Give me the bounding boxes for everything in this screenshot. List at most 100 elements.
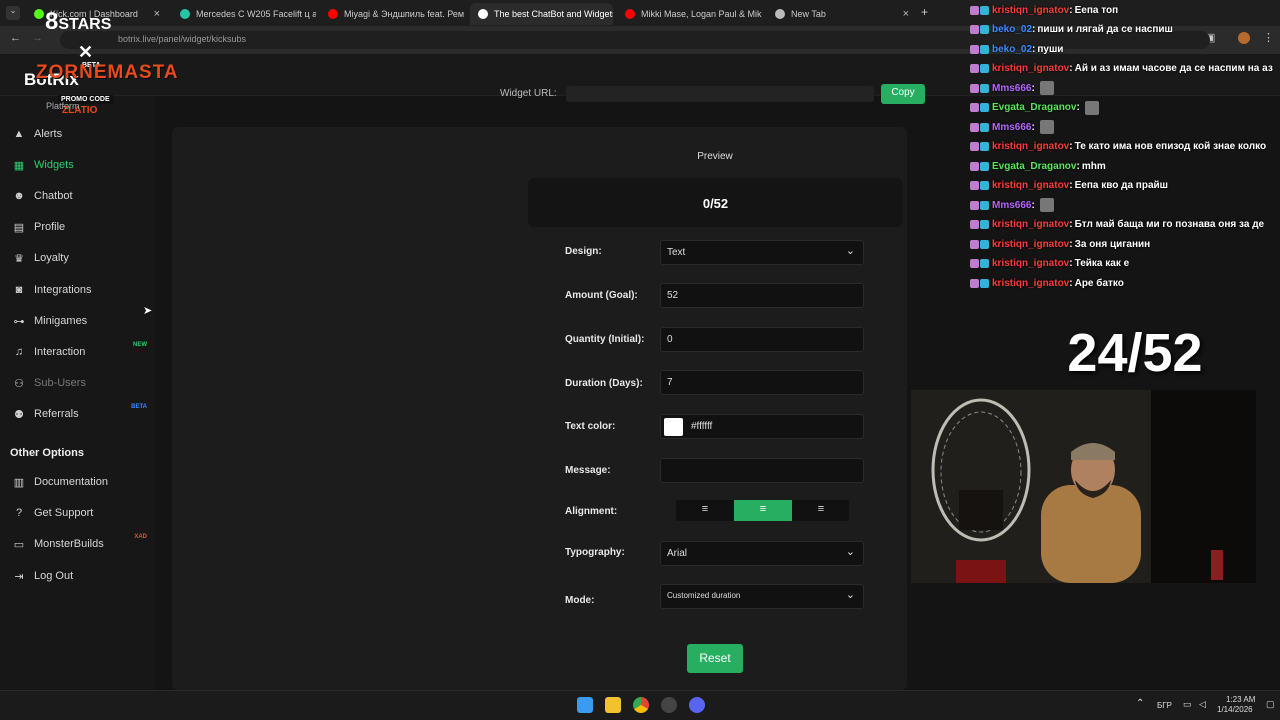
sidebar-item-minigames[interactable]: ⊶ Minigames: [0, 309, 155, 333]
quantity-value: 0: [667, 334, 673, 345]
sidebar-item-label: Chatbot: [34, 190, 73, 202]
sidebar-item-profile[interactable]: ▤ Profile: [0, 215, 155, 239]
discord-icon[interactable]: [689, 697, 705, 713]
chat-badge-icon: [980, 83, 989, 93]
trophy-icon: ♛: [14, 252, 24, 265]
text-color-input[interactable]: #ffffff: [660, 414, 864, 439]
sidebar-item-interaction[interactable]: ♫ Interaction NEW: [0, 340, 155, 364]
chrome-icon[interactable]: [633, 697, 649, 713]
chat-emote-icon: [1039, 120, 1054, 134]
users-icon: ⚇: [14, 377, 24, 390]
network-icon[interactable]: ▭: [1183, 699, 1192, 710]
browser-tab[interactable]: New Tab ×: [767, 3, 917, 25]
color-swatch[interactable]: [664, 418, 683, 436]
chat-username: Mms666: [992, 121, 1032, 133]
align-right-icon[interactable]: ≡: [792, 500, 850, 521]
clock-date[interactable]: 1/14/2026: [1217, 705, 1253, 714]
tab-close-icon[interactable]: ×: [464, 8, 466, 20]
duration-value: 7: [667, 377, 673, 388]
tab-label: New Tab: [791, 9, 826, 19]
widget-url-field[interactable]: [566, 86, 874, 102]
sidebar-item-referrals[interactable]: ⚉ Referrals BETA: [0, 402, 155, 426]
language-indicator[interactable]: БГР: [1157, 701, 1172, 710]
forward-icon[interactable]: →: [32, 32, 43, 44]
chat-badge-icon: [970, 259, 979, 268]
message-label: Message:: [565, 465, 611, 476]
tab-search-icon[interactable]: ⌄: [6, 6, 20, 20]
sidebar-item-label: Sub-Users: [34, 377, 86, 389]
amount-input[interactable]: 52: [660, 283, 864, 308]
gamepad-icon: ⊶: [13, 315, 25, 328]
chat-message: beko_02 : пуши: [970, 40, 1063, 58]
sidebar-item-widgets[interactable]: ▦ Widgets: [0, 153, 155, 177]
sidebar-item-chatbot[interactable]: ☻ Chatbot: [0, 184, 155, 208]
sidebar-item-alerts[interactable]: ▲ Alerts: [0, 122, 155, 146]
browser-tab[interactable]: Mercedes C W205 Facelift ц ал×: [172, 3, 316, 25]
chat-username: kristiqn_ignatov: [992, 219, 1070, 230]
chat-username: kristiqn_ignatov: [992, 180, 1070, 191]
sidebar-item-documentation[interactable]: ▥ Documentation: [0, 470, 155, 494]
browser-tab[interactable]: Miyagi & Эндшпиль feat. Рем×: [320, 3, 466, 25]
chat-message: Evgata_Draganov : mhm: [970, 157, 1106, 175]
duration-input[interactable]: 7: [660, 370, 864, 395]
chat-text: Ай и аз имам часове да се наспим на аз: [1074, 63, 1273, 74]
chat-badge-icon: [970, 181, 979, 190]
chat-text: Те като има нов епизод кой знае колко: [1074, 141, 1267, 152]
chat-message: kristiqn_ignatov : Еепа кво да прайш: [970, 177, 1168, 195]
design-select[interactable]: Text ⌄: [660, 240, 864, 265]
chat-separator: :: [1069, 219, 1073, 230]
tab-close-icon[interactable]: ×: [148, 8, 160, 20]
chat-badge-icon: [970, 122, 979, 132]
file-explorer-icon[interactable]: [605, 697, 621, 713]
new-tab-button[interactable]: +: [921, 5, 928, 19]
sidebar-item-log-out[interactable]: ⇥ Log Out: [0, 564, 155, 588]
quantity-input[interactable]: 0: [660, 327, 864, 352]
browser-tab[interactable]: The best ChatBot and Widgets×: [470, 3, 613, 25]
chat-badge-icon: [970, 239, 979, 249]
chat-message: beko_02 : пиши и лягай да се наспиш: [970, 21, 1173, 39]
message-input[interactable]: [660, 458, 864, 483]
tab-close-icon[interactable]: ×: [897, 8, 909, 20]
back-icon[interactable]: ←: [10, 32, 21, 44]
sidebar-item-label: Log Out: [34, 570, 74, 582]
volume-icon[interactable]: ◁: [1199, 699, 1206, 710]
chevron-down-icon: ⌄: [845, 589, 855, 601]
windows-start-icon[interactable]: [577, 697, 593, 713]
sidebar-badge: XAD: [134, 534, 147, 540]
chat-message: kristiqn_ignatov : За оня циганин: [970, 235, 1150, 253]
chat-message: kristiqn_ignatov : Те като има нов епизод…: [970, 138, 1266, 156]
align-center-icon[interactable]: ≡: [734, 500, 792, 521]
tab-close-icon[interactable]: ×: [762, 8, 763, 20]
chat-text: Еепа топ: [1074, 4, 1119, 16]
amount-label: Amount (Goal):: [565, 290, 638, 301]
sidebar-item-monsterbuilds[interactable]: ▭ MonsterBuilds XAD: [0, 532, 155, 556]
chat-overlay: kristiqn_ignatov : Еепа топ beko_02 : пиши …: [970, 0, 1280, 295]
copy-button[interactable]: Copy: [881, 84, 925, 104]
chat-badge-icon: [980, 259, 989, 268]
mode-select[interactable]: Customized duration ⌄: [660, 584, 864, 609]
chat-username: kristiqn_ignatov: [992, 277, 1070, 289]
sidebar-item-get-support[interactable]: ? Get Support: [0, 501, 155, 525]
chat-separator: :: [1076, 160, 1080, 172]
obs-icon[interactable]: [661, 697, 677, 713]
chat-badge-icon: [980, 142, 989, 151]
typography-select[interactable]: Arial ⌄: [660, 541, 864, 566]
chat-badge-icon: [980, 5, 989, 15]
duration-label: Duration (Days):: [565, 378, 643, 389]
chevron-up-icon[interactable]: ⌃: [1136, 698, 1144, 709]
chat-text: пуши: [1037, 43, 1064, 55]
chat-badge-icon: [970, 278, 979, 288]
align-left-icon[interactable]: ≡: [676, 500, 734, 521]
chat-message: Mms666 :: [970, 79, 1054, 97]
sidebar-item-loyalty[interactable]: ♛ Loyalty: [0, 246, 155, 270]
browser-tab[interactable]: Mikki Mase, Logan Paul & Mik×: [617, 3, 763, 25]
sidebar-item-label: Profile: [34, 221, 66, 233]
sidebar-item-sub-users[interactable]: ⚇ Sub-Users: [0, 371, 155, 395]
platform-subtitle: Platform: [46, 101, 80, 111]
reset-button[interactable]: Reset: [687, 644, 743, 673]
notifications-icon[interactable]: ▢: [1266, 699, 1275, 710]
chat-text: mhm: [1081, 160, 1106, 172]
preview-label: Preview: [697, 151, 733, 162]
clock-time[interactable]: 1:23 AM: [1226, 695, 1255, 704]
sidebar-item-integrations[interactable]: ◙ Integrations: [0, 278, 155, 302]
